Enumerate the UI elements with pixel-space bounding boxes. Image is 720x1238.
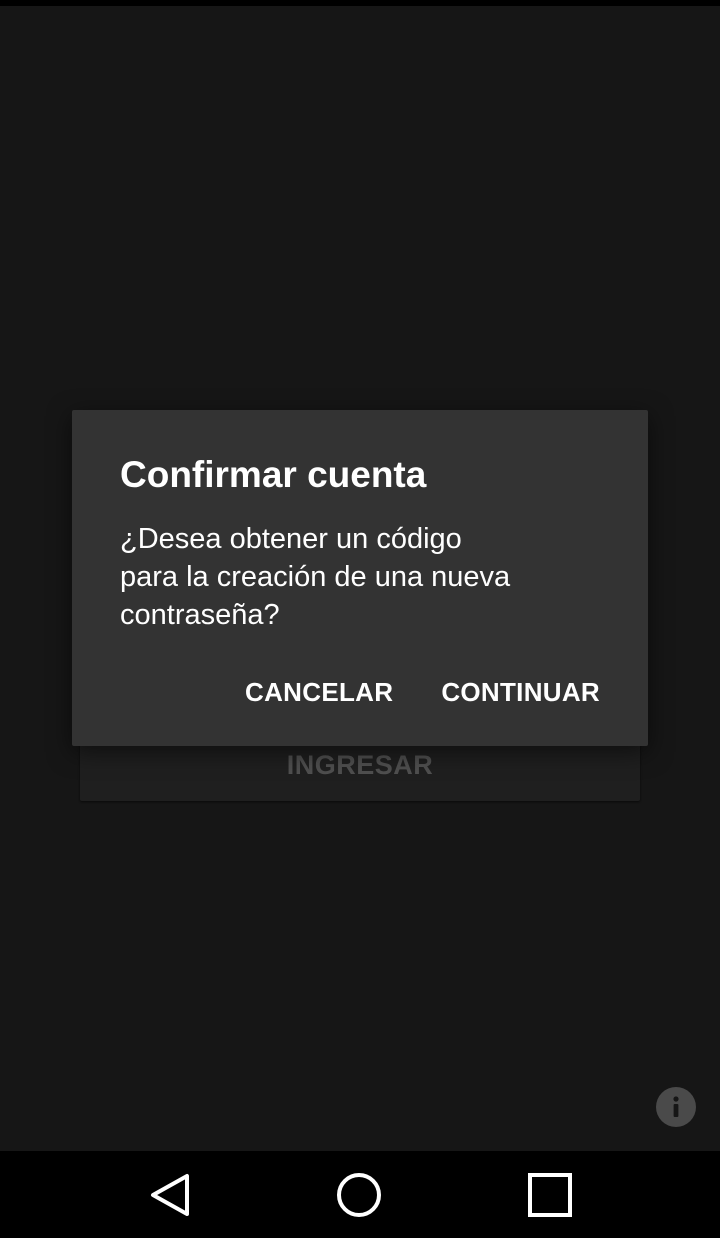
home-icon	[337, 1172, 381, 1217]
recents-button[interactable]	[490, 1151, 610, 1238]
navigation-bar	[0, 1151, 720, 1238]
confirm-dialog: Confirmar cuenta ¿Desea obtener un códig…	[72, 410, 648, 746]
dialog-message: ¿Desea obtener un código para la creació…	[120, 523, 511, 631]
dialog-title: Confirmar cuenta	[120, 454, 427, 495]
login-button-label: INGRESAR	[286, 750, 434, 780]
continue-button[interactable]: CONTINUAR	[441, 672, 600, 712]
back-button[interactable]	[110, 1151, 230, 1238]
home-button[interactable]	[299, 1151, 419, 1238]
dialog-actions: CANCELAR CONTINUAR	[245, 672, 600, 712]
info-icon	[673, 1096, 679, 1117]
cancel-button[interactable]: CANCELAR	[245, 672, 393, 712]
screen: INGRESAR Confirmar cuenta ¿Desea obtener…	[0, 0, 720, 1238]
recents-icon	[528, 1172, 572, 1217]
back-icon	[151, 1173, 189, 1216]
info-button[interactable]	[656, 1087, 696, 1127]
